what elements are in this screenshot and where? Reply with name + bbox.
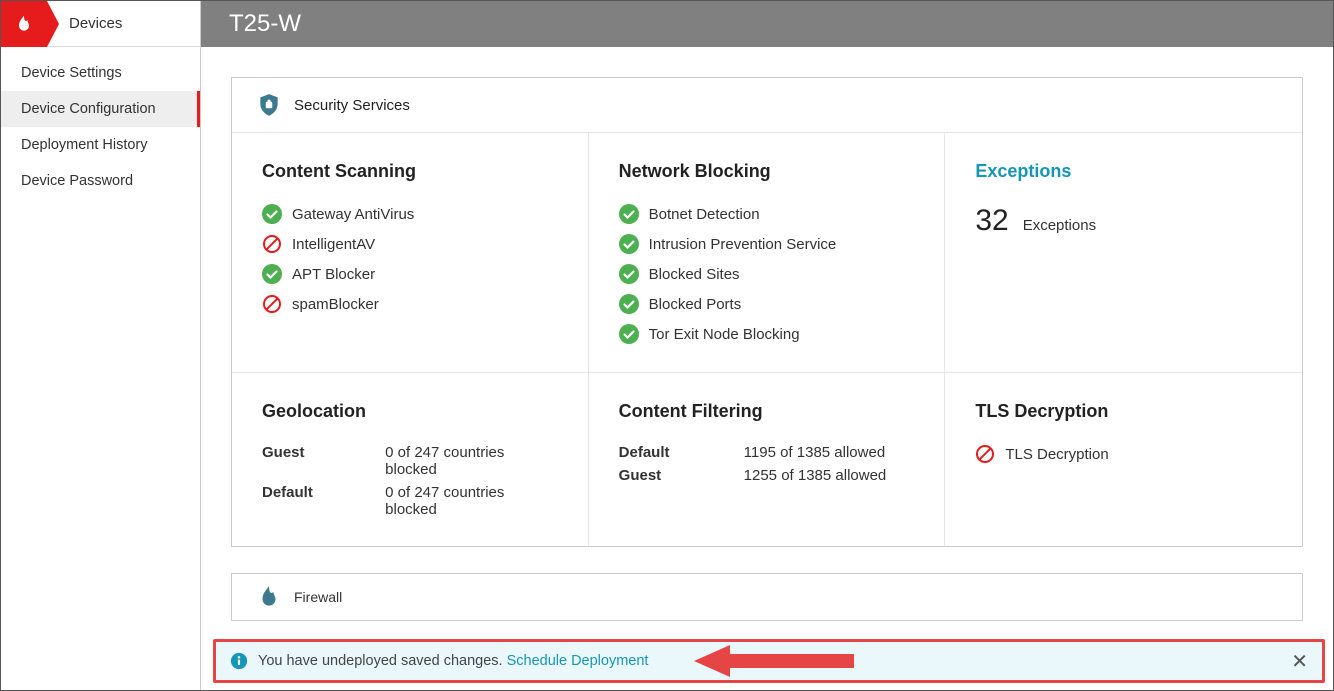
list-item: IntelligentAV [262,234,558,254]
list-item: Tor Exit Node Blocking [619,324,915,344]
kv-row: Guest0 of 247 countries blocked [262,444,558,478]
tls-decryption-title: TLS Decryption [975,401,1272,422]
security-services-title: Security Services [294,97,410,114]
cell-exceptions[interactable]: Exceptions 32 Exceptions [945,133,1302,373]
item-label: TLS Decryption [1005,446,1108,463]
flame-icon [256,584,282,610]
list-item: APT Blocker [262,264,558,284]
blocked-icon [262,234,282,254]
undeployed-changes-banner: You have undeployed saved changes. Sched… [213,639,1325,683]
nav-item-device-settings[interactable]: Device Settings [1,55,200,91]
nav-item-device-password[interactable]: Device Password [1,163,200,199]
item-label: Blocked Ports [649,296,742,313]
exceptions-label: Exceptions [1023,217,1096,234]
blocked-icon [262,294,282,314]
content-scanning-title: Content Scanning [262,161,558,182]
item-label: Blocked Sites [649,266,740,283]
kv-value: 0 of 247 countries blocked [385,444,558,478]
flame-icon [14,14,34,34]
kv-value: 1255 of 1385 allowed [744,467,887,484]
kv-row: Guest1255 of 1385 allowed [619,467,915,484]
item-label: Botnet Detection [649,206,760,223]
security-grid: Content Scanning Gateway AntiVirus Intel… [232,133,1302,546]
kv-row: Default0 of 247 countries blocked [262,484,558,518]
info-icon [230,652,248,670]
geolocation-title: Geolocation [262,401,558,422]
check-icon [619,264,639,284]
list-item: Intrusion Prevention Service [619,234,915,254]
cell-network-blocking[interactable]: Network Blocking Botnet Detection Intrus… [589,133,946,373]
kv-key: Guest [262,444,385,478]
close-icon[interactable]: ✕ [1291,649,1308,674]
page-title: T25-W [229,10,301,38]
check-icon [619,234,639,254]
kv-value: 1195 of 1385 allowed [744,444,886,461]
cell-tls-decryption[interactable]: TLS Decryption TLS Decryption [945,373,1302,546]
network-blocking-title: Network Blocking [619,161,915,182]
brand-flame-chevron[interactable] [1,1,47,47]
kv-key: Default [262,484,385,518]
sidebar: Devices Device Settings Device Configura… [1,1,201,690]
item-label: Tor Exit Node Blocking [649,326,800,343]
check-icon [619,294,639,314]
security-services-header[interactable]: Security Services [232,78,1302,133]
list-item: TLS Decryption [975,444,1272,464]
list-item: Gateway AntiVirus [262,204,558,224]
item-label: Intrusion Prevention Service [649,236,837,253]
kv-key: Default [619,444,744,461]
check-icon [619,204,639,224]
list-item: Blocked Sites [619,264,915,284]
cell-geolocation[interactable]: Geolocation Guest0 of 247 countries bloc… [232,373,589,546]
kv-key: Guest [619,467,744,484]
nav-item-device-configuration[interactable]: Device Configuration [1,91,200,127]
firewall-panel: Firewall [231,573,1303,621]
cell-content-filtering[interactable]: Content Filtering Default1195 of 1385 al… [589,373,946,546]
item-label: IntelligentAV [292,236,375,253]
exceptions-count: 32 [975,204,1008,238]
list-item: Botnet Detection [619,204,915,224]
shield-icon [256,92,282,118]
item-label: APT Blocker [292,266,375,283]
list-item: spamBlocker [262,294,558,314]
check-icon [619,324,639,344]
security-services-panel: Security Services Content Scanning Gatew… [231,77,1303,547]
schedule-deployment-link[interactable]: Schedule Deployment [507,653,649,669]
item-label: spamBlocker [292,296,379,313]
brand-row: Devices [1,1,200,47]
firewall-header[interactable]: Firewall [232,574,1302,620]
content-filtering-title: Content Filtering [619,401,915,422]
nav-list: Device Settings Device Configuration Dep… [1,47,200,199]
blocked-icon [975,444,995,464]
banner-message: You have undeployed saved changes. [258,653,507,669]
kv-value: 0 of 247 countries blocked [385,484,558,518]
list-item: Blocked Ports [619,294,915,314]
content-area: Security Services Content Scanning Gatew… [201,47,1333,690]
firewall-title: Firewall [294,589,342,605]
kv-row: Default1195 of 1385 allowed [619,444,915,461]
nav-item-deployment-history[interactable]: Deployment History [1,127,200,163]
topbar: T25-W [201,1,1333,47]
check-icon [262,204,282,224]
item-label: Gateway AntiVirus [292,206,414,223]
check-icon [262,264,282,284]
banner-text: You have undeployed saved changes. Sched… [258,653,648,669]
cell-content-scanning[interactable]: Content Scanning Gateway AntiVirus Intel… [232,133,589,373]
exceptions-title: Exceptions [975,161,1272,182]
